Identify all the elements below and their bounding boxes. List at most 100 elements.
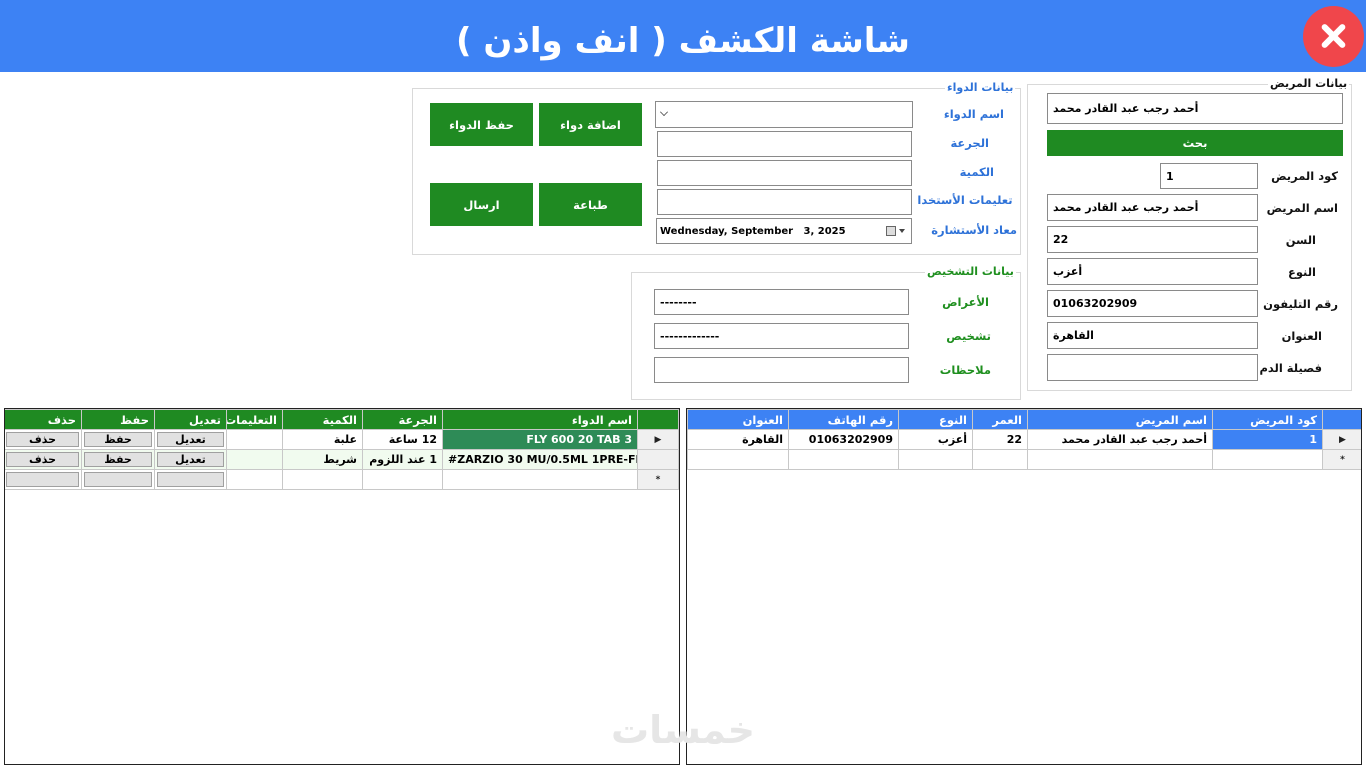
new-table-row[interactable]: *	[687, 449, 1361, 470]
medicine-name-cell[interactable]: FLY 600 20 TAB 3	[442, 429, 638, 450]
patient-search-input[interactable]: أحمد رجب عبد القادر محمد	[1047, 93, 1343, 124]
close-icon[interactable]	[1303, 6, 1364, 67]
instructions-cell[interactable]	[226, 449, 283, 470]
patient-type-label: النوع	[1287, 265, 1316, 279]
edit-row-button[interactable]: تعديل	[157, 432, 224, 447]
delete-row-cell: حذف	[5, 429, 82, 450]
edit-row-button[interactable]	[157, 472, 224, 487]
phone-cell[interactable]	[788, 449, 899, 470]
save-row-button[interactable]: حفظ	[84, 452, 152, 467]
phone-cell[interactable]: 01063202909	[788, 429, 899, 450]
delete-row-button[interactable]: حذف	[6, 432, 79, 447]
patient-phone-field[interactable]: 01063202909	[1047, 290, 1258, 317]
type-cell[interactable]: أعزب	[898, 429, 973, 450]
patient-type-field[interactable]: أعزب	[1047, 258, 1258, 285]
table-row[interactable]: القاهرة 01063202909 أعزب 22 أحمد رجب عبد…	[687, 429, 1361, 450]
column-header-delete[interactable]: حذف	[5, 409, 82, 430]
diagnosis-data-legend: بيانات التشخيص	[925, 265, 1016, 278]
chevron-down-icon	[660, 108, 668, 116]
save-row-cell: حفظ	[81, 429, 155, 450]
dose-label: الجرعة	[950, 136, 989, 150]
page-title: شاشة الكشف ( انف واذن )	[456, 21, 910, 61]
patient-name-cell[interactable]	[1027, 449, 1213, 470]
diagnosis-field[interactable]: -------------	[654, 323, 909, 349]
column-header-quantity[interactable]: الكمية	[282, 409, 363, 430]
dose-cell[interactable]	[362, 469, 443, 490]
column-header-medicine-name[interactable]: اسم الدواء	[442, 409, 638, 430]
patient-address-field[interactable]: القاهرة	[1047, 322, 1258, 349]
patient-phone-label: رقم التليفون	[1263, 297, 1338, 311]
edit-row-button[interactable]: تعديل	[157, 452, 224, 467]
new-row-indicator[interactable]: *	[637, 469, 679, 490]
column-header-patient-name[interactable]: اسم المريض	[1027, 409, 1213, 430]
dose-field[interactable]	[657, 131, 912, 157]
save-row-button[interactable]	[84, 472, 152, 487]
row-header[interactable]	[637, 449, 679, 470]
column-header-instructions[interactable]: التعليمات	[226, 409, 283, 430]
column-header-type[interactable]: النوع	[898, 409, 973, 430]
instructions-cell[interactable]	[226, 429, 283, 450]
column-header-phone[interactable]: رقم الهاتف	[788, 409, 899, 430]
current-row-indicator[interactable]: ▶	[637, 429, 679, 450]
delete-row-cell	[5, 469, 82, 490]
patient-grid[interactable]: العنوان رقم الهاتف النوع العمر اسم المري…	[686, 408, 1362, 765]
type-cell[interactable]	[898, 449, 973, 470]
new-table-row[interactable]: *	[5, 469, 679, 490]
quantity-cell[interactable]	[282, 469, 363, 490]
current-row-indicator[interactable]: ▶	[1322, 429, 1361, 450]
quantity-cell[interactable]: شريط	[282, 449, 363, 470]
delete-row-button[interactable]	[6, 472, 79, 487]
medicine-name-cell[interactable]	[442, 469, 638, 490]
table-row[interactable]: حذف حفظ تعديل شريط 1 عند اللزوم #ZARZIO …	[5, 449, 679, 470]
patient-name-cell[interactable]: أحمد رجب عبد القادر محمد	[1027, 429, 1213, 450]
save-medicine-button[interactable]: حفظ الدواء	[430, 103, 533, 146]
instructions-field[interactable]	[657, 189, 912, 215]
patient-name-field[interactable]: أحمد رجب عبد القادر محمد	[1047, 194, 1258, 221]
address-cell[interactable]: القاهرة	[687, 429, 789, 450]
column-header-dose[interactable]: الجرعة	[362, 409, 443, 430]
delete-row-cell: حذف	[5, 449, 82, 470]
medicine-grid[interactable]: حذف حفظ تعديل التعليمات الكمية الجرعة اس…	[4, 408, 680, 765]
dose-cell[interactable]: 12 ساعة	[362, 429, 443, 450]
delete-row-button[interactable]: حذف	[6, 452, 79, 467]
age-cell[interactable]: 22	[972, 429, 1028, 450]
dose-cell[interactable]: 1 عند اللزوم	[362, 449, 443, 470]
column-header-address[interactable]: العنوان	[687, 409, 789, 430]
instructions-label-text: تعليمات الأستخدام	[918, 193, 1013, 207]
send-button[interactable]: ارسال	[430, 183, 533, 226]
instructions-cell[interactable]	[226, 469, 283, 490]
print-button[interactable]: طباعة	[539, 183, 642, 226]
column-header-edit[interactable]: تعديل	[154, 409, 227, 430]
edit-row-cell: تعديل	[154, 429, 227, 450]
calendar-icon[interactable]	[886, 226, 896, 236]
medicine-grid-header: حذف حفظ تعديل التعليمات الكمية الجرعة اس…	[5, 409, 679, 430]
patient-age-field[interactable]: 22	[1047, 226, 1258, 253]
medicine-name-label: اسم الدواء	[943, 107, 1004, 121]
address-cell[interactable]	[687, 449, 789, 470]
patient-code-cell[interactable]	[1212, 449, 1323, 470]
patient-code-cell[interactable]: 1	[1212, 429, 1323, 450]
new-row-indicator[interactable]: *	[1322, 449, 1361, 470]
notes-field[interactable]	[654, 357, 909, 383]
save-row-button[interactable]: حفظ	[84, 432, 152, 447]
blood-type-field[interactable]	[1047, 354, 1258, 381]
table-row[interactable]: حذف حفظ تعديل علبة 12 ساعة FLY 600 20 TA…	[5, 429, 679, 450]
medicine-name-cell[interactable]: #ZARZIO 30 MU/0.5ML 1PRE-FILED S...	[442, 449, 638, 470]
column-header-patient-code[interactable]: كود المريض	[1212, 409, 1323, 430]
patient-name-label: اسم المريض	[1266, 201, 1338, 215]
medicine-name-dropdown[interactable]	[655, 101, 913, 128]
patient-code-field[interactable]: 1	[1160, 163, 1258, 189]
column-header-age[interactable]: العمر	[972, 409, 1028, 430]
quantity-cell[interactable]: علبة	[282, 429, 363, 450]
quantity-field[interactable]	[657, 160, 912, 186]
symptoms-field[interactable]: --------	[654, 289, 909, 315]
quantity-label: الكمية	[959, 165, 994, 179]
save-row-cell	[81, 469, 155, 490]
medicine-data-legend: بيانات الدواء	[945, 81, 1016, 94]
age-cell[interactable]	[972, 449, 1028, 470]
patient-grid-header: العنوان رقم الهاتف النوع العمر اسم المري…	[687, 409, 1361, 430]
search-button[interactable]: بحث	[1047, 130, 1343, 156]
add-medicine-button[interactable]: اضافة دواء	[539, 103, 642, 146]
appointment-date-picker[interactable]: Wednesday, September 3, 2025	[656, 218, 912, 244]
column-header-save[interactable]: حفظ	[81, 409, 155, 430]
